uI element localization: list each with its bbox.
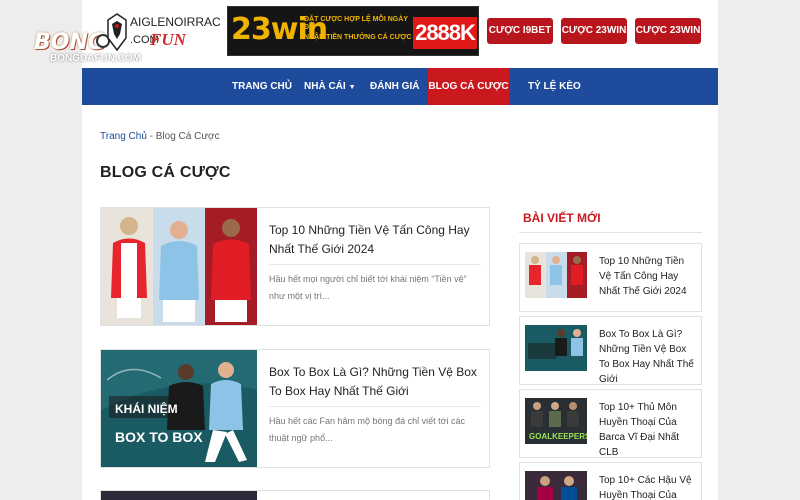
nav-item-reviews[interactable]: ĐÁNH GIÁ [370,68,419,105]
divider [269,406,481,407]
watermark-brand: BONG [34,30,106,55]
sidebar-item[interactable]: Top 10 Những Tiền Vệ Tấn Công Hay Nhất T… [519,243,702,312]
post-excerpt: Hầu hết các Fan hâm mộ bóng đá chỉ viết … [269,416,466,443]
thumb-caption-2: BOX TO BOX [115,429,203,445]
eagle-crest-icon [107,13,127,52]
post-title[interactable]: Top 10 Những Tiền Vệ Tấn Công Hay Nhất T… [269,221,481,259]
players-photo-icon [525,252,587,298]
logo-text-top: AIGLENOIRRAC [130,15,221,29]
nav-item-odds[interactable]: TỶ LỆ KÈO [528,68,581,105]
banner-text-line1: ĐẶT CƯỢC HỢP LỆ MỖI NGÀY ĐỂ [304,16,408,32]
bet-23win-button-2[interactable]: CƯỢC 23WIN [635,18,701,44]
sidebar-item-title[interactable]: Top 10+ Thủ Môn Huyền Thoại Của Barca Vĩ… [599,400,697,460]
nav-item-home[interactable]: TRANG CHỦ [232,68,292,105]
nav-label: TỶ LỆ KÈO [528,81,581,92]
banner-amount: 2888K [413,17,477,49]
post-card[interactable]: KHÁI NIỆM BOX TO BOX Box To Box Là Gì? N… [100,349,490,468]
post-title[interactable]: Box To Box Là Gì? Những Tiền Vệ Box To B… [269,363,481,401]
nav-label: ĐÁNH GIÁ [370,81,420,92]
sidebar-item[interactable]: GOALKEEPERS Top 10+ Thủ Môn Huyền Thoại … [519,389,702,458]
promo-banner-23win[interactable]: 23win ĐẶT CƯỢC HỢP LỆ MỖI NGÀY ĐỂ NHẬN T… [227,6,479,56]
post-thumbnail[interactable] [101,208,257,325]
box-to-box-photo-icon: KHÁI NIỆM BOX TO BOX [101,350,257,467]
sidebar-thumbnail[interactable] [525,252,587,298]
divider [269,264,481,265]
thumb-caption-1: KHÁI NIỆM [115,401,178,416]
defenders-photo-icon [525,471,587,500]
breadcrumb-separator: - [146,131,156,142]
sidebar-heading: BÀI VIẾT MỚI [523,211,601,225]
breadcrumb-home-link[interactable]: Trang Chủ [100,131,147,142]
divider [519,232,702,233]
site-logo[interactable]: AIGLENOIRRAC .COM FUN [106,10,221,56]
post-card[interactable] [100,490,490,500]
main-nav: TRANG CHỦ NHÀ CÁI ▼ ĐÁNH GIÁ BLOG CÁ CƯỢC… [82,68,718,105]
bet-i9bet-button[interactable]: CƯỢC I9BET [487,18,553,44]
sidebar-item[interactable]: Box To Box Là Gì? Những Tiền Vệ Box To B… [519,316,702,385]
box-to-box-photo-icon [525,325,587,371]
sidebar-thumbnail[interactable]: GOALKEEPERS [525,398,587,444]
breadcrumb-current: Blog Cá Cược [155,131,220,142]
bet-23win-button[interactable]: CƯỢC 23WIN [561,18,627,44]
sidebar-item-title[interactable]: Top 10 Những Tiền Vệ Tấn Công Hay Nhất T… [599,254,697,299]
nav-label: TRANG CHỦ [232,81,292,92]
sidebar-item[interactable]: Top 10+ Các Hậu Vệ Huyền Thoại Của Barca [519,462,702,500]
post-thumbnail[interactable]: KHÁI NIỆM BOX TO BOX [101,350,257,467]
page-title: BLOG CÁ CƯỢC [100,164,231,181]
sidebar-item-title[interactable]: Top 10+ Các Hậu Vệ Huyền Thoại Của Barca [599,473,697,500]
nav-label: NHÀ CÁI [304,81,346,92]
goalkeepers-photo-icon: GOALKEEPERS [525,398,587,444]
breadcrumb: Trang Chủ - Blog Cá Cược [100,131,220,142]
players-photo-icon [101,208,257,325]
thumb-caption: GOALKEEPERS [529,432,587,441]
nav-label: BLOG CÁ CƯỢC [428,81,509,92]
post-card[interactable]: Top 10 Những Tiền Vệ Tấn Công Hay Nhất T… [100,207,490,326]
post-thumbnail[interactable] [101,491,257,500]
logo-text-fun: FUN [150,30,186,49]
nav-item-bookmakers[interactable]: NHÀ CÁI ▼ [304,68,356,105]
sidebar-thumbnail[interactable] [525,325,587,371]
sidebar-item-title[interactable]: Box To Box Là Gì? Những Tiền Vệ Box To B… [599,327,697,387]
sidebar-thumbnail[interactable] [525,471,587,500]
nav-item-blog[interactable]: BLOG CÁ CƯỢC [428,68,509,105]
chevron-down-icon: ▼ [348,84,356,91]
post-excerpt: Hầu hết mọi người chỉ biết tới khái niệm… [269,274,467,301]
banner-text-line2: NHẬN TIỀN THƯỞNG CÁ CƯỢC [304,34,412,41]
